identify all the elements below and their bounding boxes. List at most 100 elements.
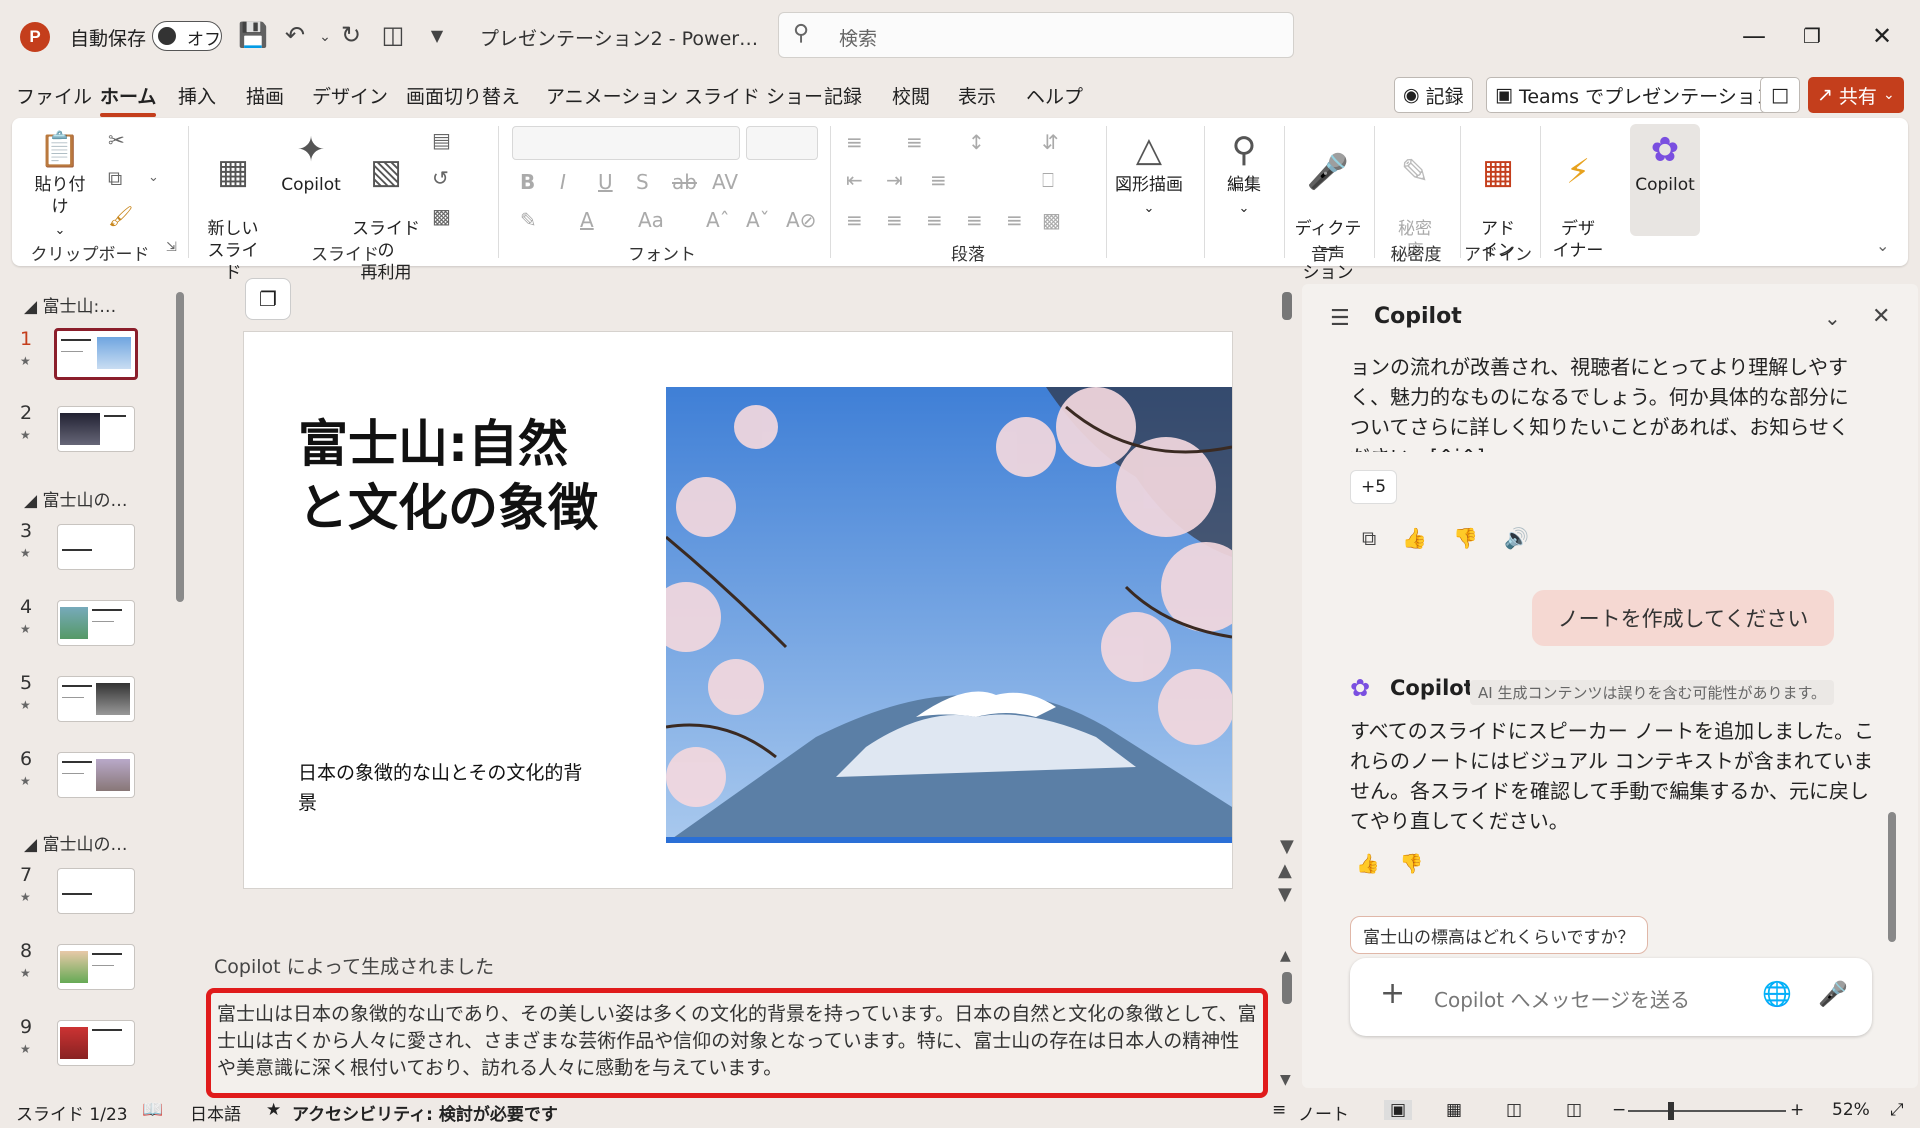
highlight-icon[interactable]: ✎	[520, 208, 537, 232]
more-references-button[interactable]: +5	[1350, 470, 1398, 504]
font-color-icon[interactable]: A	[580, 208, 594, 232]
autosave-toggle[interactable]: オフ	[152, 21, 222, 51]
clear-format-icon[interactable]: A⊘	[786, 208, 816, 232]
paste-button[interactable]: 📋 貼り付け ⌄	[30, 128, 90, 242]
justify-icon[interactable]: ≡	[966, 208, 983, 232]
slide-subtitle[interactable]: 日本の象徴的な山とその文化的背景	[298, 758, 598, 818]
share-button[interactable]: ↗ 共有 ⌄	[1808, 77, 1904, 113]
thumbs-up-icon[interactable]: 👍	[1356, 852, 1380, 875]
notes-scrollbar[interactable]	[1282, 972, 1292, 1004]
decrease-indent-icon[interactable]: ⇤	[846, 168, 863, 192]
globe-icon[interactable]: 🌐	[1762, 980, 1792, 1008]
accessibility-icon[interactable]: ★	[266, 1100, 281, 1120]
tab-transitions[interactable]: 画面切り替え	[406, 82, 520, 109]
teams-present-button[interactable]: ▣ Teams でプレゼンテーション	[1486, 77, 1784, 113]
slide-thumbnail-1[interactable]	[54, 328, 138, 380]
reset-icon[interactable]: ↺	[432, 166, 449, 190]
slide-thumbnail-9[interactable]	[57, 1020, 135, 1066]
align-left-icon[interactable]: ≡	[846, 208, 863, 232]
tab-design[interactable]: デザイン	[312, 82, 388, 109]
shadow-icon[interactable]: S	[636, 170, 649, 194]
tab-record[interactable]: 記録	[824, 82, 862, 109]
save-icon[interactable]: 💾	[236, 18, 270, 52]
font-size-combo[interactable]	[746, 126, 818, 160]
zoom-slider[interactable]	[1628, 1110, 1786, 1112]
align-right-icon[interactable]: ≡	[926, 208, 943, 232]
notes-pane[interactable]: 富士山は日本の象徴的な山であり、その美しい姿は多くの文化的背景を持っています。日…	[206, 988, 1268, 1098]
section-header[interactable]: ◢ 富士山:…	[24, 292, 116, 317]
section-header[interactable]: ◢ 富士山の…	[24, 830, 127, 855]
reading-view-icon[interactable]: ◫	[1506, 1100, 1522, 1120]
tab-animations[interactable]: アニメーション	[546, 82, 678, 109]
bold-icon[interactable]: B	[520, 170, 535, 194]
thumbs-up-icon[interactable]: 👍	[1402, 526, 1427, 550]
next-slide-icon[interactable]: ▼	[1278, 884, 1292, 905]
tab-view[interactable]: 表示	[958, 82, 996, 109]
close-icon[interactable]: ✕	[1862, 18, 1902, 54]
copy-icon[interactable]: ⧉	[108, 166, 122, 190]
suggested-prompt-button[interactable]: 富士山の標高はどれくらいですか？	[1350, 916, 1648, 954]
shrink-font-icon[interactable]: Aˇ	[746, 208, 770, 232]
copilot-scrollbar[interactable]	[1888, 812, 1896, 942]
copy-dropdown-icon[interactable]: ⌄	[148, 170, 159, 185]
tab-insert[interactable]: 挿入	[178, 82, 216, 109]
read-aloud-icon[interactable]: 🔊	[1504, 526, 1529, 550]
collapse-ribbon-icon[interactable]: ⌄	[1876, 236, 1889, 255]
thumbs-down-icon[interactable]: 👎	[1453, 526, 1478, 550]
slide-thumbnail-2[interactable]	[57, 406, 135, 452]
notes-toggle-icon[interactable]: ≡	[1272, 1100, 1286, 1120]
microphone-icon[interactable]: 🎤	[1818, 980, 1848, 1008]
slide-thumbnail-5[interactable]	[57, 676, 135, 722]
grow-font-icon[interactable]: Aˆ	[706, 208, 730, 232]
hamburger-icon[interactable]: ☰	[1330, 306, 1350, 331]
change-case-icon[interactable]: Aa	[638, 208, 664, 232]
cut-icon[interactable]: ✂	[108, 128, 125, 152]
fit-slide-icon[interactable]: ⤢	[1890, 1100, 1904, 1120]
dialog-launcher-icon[interactable]: ⇲	[166, 240, 177, 255]
record-button[interactable]: ◉ 記録	[1394, 77, 1473, 113]
italic-icon[interactable]: I	[560, 170, 566, 194]
slide-thumbnail-6[interactable]	[57, 752, 135, 798]
notes-scroll-down-icon[interactable]: ▼	[1280, 1072, 1291, 1088]
slide-thumbnail-4[interactable]	[57, 600, 135, 646]
tab-help[interactable]: ヘルプ	[1026, 82, 1083, 109]
speaker-notes-text[interactable]: 富士山は日本の象徴的な山であり、その美しい姿は多くの文化的背景を持っています。日…	[217, 1001, 1257, 1082]
language-indicator[interactable]: 日本語	[190, 1100, 241, 1125]
redo-icon[interactable]: ↻	[334, 18, 368, 52]
normal-view-icon[interactable]: ▣	[1384, 1100, 1413, 1120]
minimize-icon[interactable]: —	[1734, 18, 1774, 54]
increase-indent-icon[interactable]: ⇥	[886, 168, 903, 192]
accessibility-status[interactable]: アクセシビリティ: 検討が必要です	[292, 1100, 558, 1125]
present-icon[interactable]: ◫	[376, 18, 410, 52]
section-header[interactable]: ◢ 富士山の…	[24, 486, 127, 511]
close-pane-icon[interactable]: ✕	[1872, 304, 1890, 329]
strikethrough-icon[interactable]: ab	[672, 170, 697, 194]
tab-home[interactable]: ホーム	[100, 82, 157, 117]
font-name-combo[interactable]	[512, 126, 740, 160]
designer-button[interactable]: ⚡ デザ イナー	[1548, 128, 1608, 262]
customize-toolbar-icon[interactable]: ▼	[420, 18, 454, 52]
comments-button[interactable]: □	[1760, 77, 1800, 113]
numbering-icon[interactable]: ≡	[906, 130, 923, 154]
layout-icon[interactable]: ▤	[432, 128, 451, 152]
align-center-icon[interactable]: ≡	[886, 208, 903, 232]
zoom-level[interactable]: 52%	[1832, 1100, 1870, 1120]
undo-icon[interactable]: ↶	[278, 18, 312, 52]
copilot-ribbon-button[interactable]: ✿ Copilot	[1630, 124, 1700, 236]
search-box[interactable]: ⚲ 検索	[778, 12, 1294, 58]
distributed-icon[interactable]: ≡	[1006, 208, 1023, 232]
slide-thumbnail-7[interactable]	[57, 868, 135, 914]
tab-draw[interactable]: 描画	[246, 82, 284, 109]
shapes-button[interactable]: △ 図形描画 ⌄	[1112, 128, 1186, 220]
bullets-icon[interactable]: ≡	[846, 130, 863, 154]
slide-thumbnail-8[interactable]	[57, 944, 135, 990]
slide-thumbnail-3[interactable]	[57, 524, 135, 570]
align-text-icon[interactable]: ⎕	[1042, 168, 1054, 192]
underline-icon[interactable]: U	[598, 170, 613, 194]
tab-slideshow[interactable]: スライド ショー	[684, 82, 823, 109]
notes-scroll-up-icon[interactable]: ▲	[1280, 948, 1291, 964]
slideshow-view-icon[interactable]: ◫	[1566, 1100, 1582, 1120]
slide-sorter-icon[interactable]: ▦	[1446, 1100, 1462, 1120]
copilot-input[interactable]: + Copilot へメッセージを送る 🌐 🎤	[1350, 958, 1872, 1036]
columns-icon[interactable]: ≡	[930, 168, 947, 192]
